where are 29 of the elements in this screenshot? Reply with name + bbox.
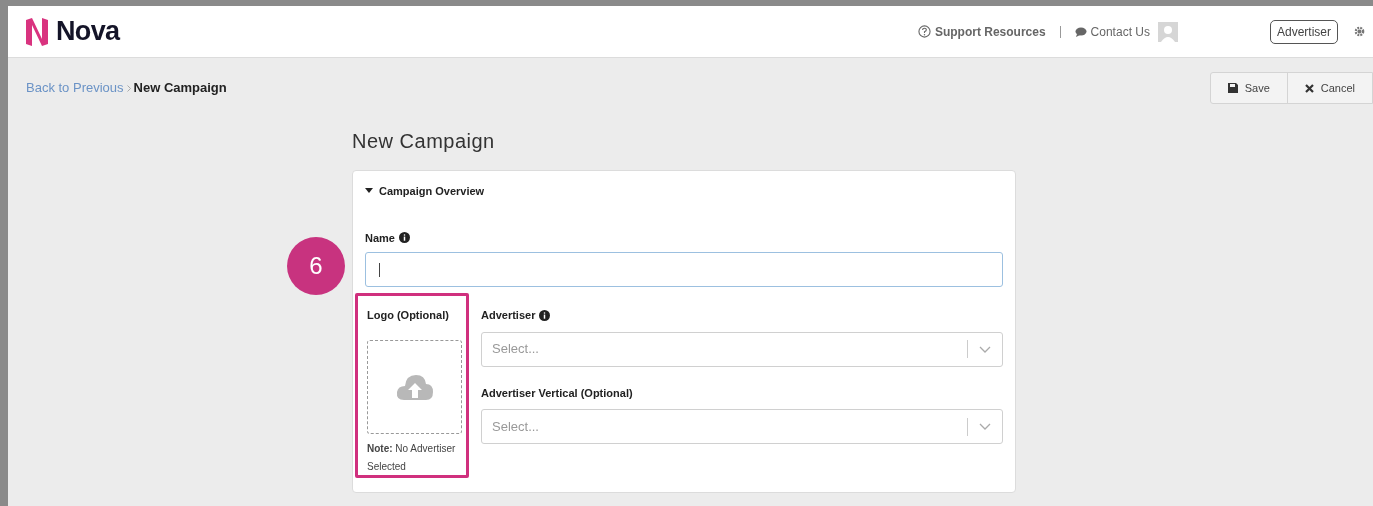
chevron-down-icon	[979, 423, 991, 430]
step-badge: 6	[287, 237, 345, 295]
chevron-down-icon	[979, 345, 991, 353]
page-title: New Campaign	[352, 129, 496, 154]
cancel-button[interactable]: Cancel	[1286, 73, 1372, 103]
section-header[interactable]: Campaign Overview	[365, 183, 1003, 200]
field-label: Advertiser	[481, 308, 536, 323]
info-icon	[398, 232, 410, 244]
help-icon	[917, 25, 931, 38]
chat-icon	[1074, 26, 1087, 37]
field-label: Name	[365, 230, 395, 246]
field-label: Advertiser Vertical (Optional)	[481, 385, 633, 401]
contact-link[interactable]: Contact Us	[1074, 22, 1150, 41]
logo-icon	[24, 16, 50, 47]
name-input-field[interactable]	[365, 252, 1003, 287]
close-icon	[1304, 83, 1314, 93]
avatar-icon[interactable]	[1157, 21, 1178, 42]
settings-icon[interactable]	[1354, 26, 1365, 37]
breadcrumb-chevron-icon	[126, 84, 131, 92]
logo-text: Nova	[56, 15, 120, 49]
logo-note: Note: No Advertiser Selected	[367, 441, 457, 474]
logo-upload-area[interactable]	[367, 339, 462, 434]
save-button[interactable]: Save	[1210, 73, 1287, 103]
field-label: Logo (Optional)	[367, 308, 450, 323]
support-link[interactable]: Support Resources	[917, 22, 1046, 41]
save-icon	[1227, 83, 1238, 93]
role-button[interactable]: Advertiser	[1269, 19, 1338, 44]
breadcrumb-current: New Campaign	[133, 79, 227, 98]
info-icon	[539, 309, 551, 321]
